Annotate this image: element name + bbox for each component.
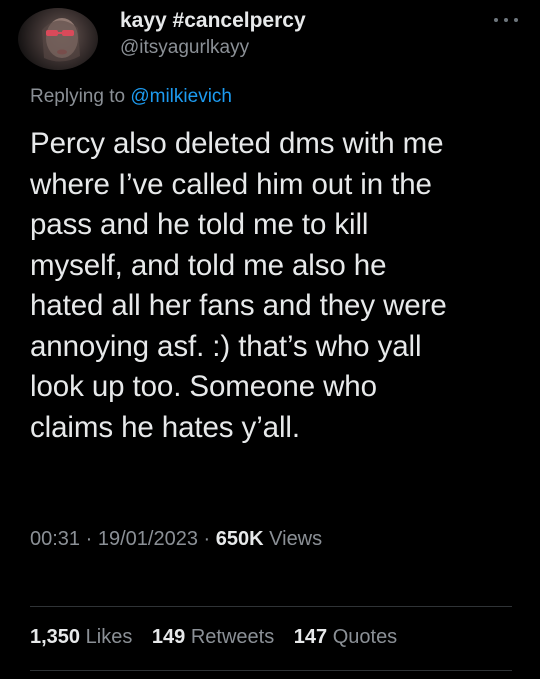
engagement-stats: 1,350 Likes 149 Retweets 147 Quotes [30, 626, 411, 649]
divider [30, 670, 512, 671]
tweet-meta: 00:31 · 19/01/2023 · 650K Views [30, 528, 322, 551]
reply-mention-link[interactable]: @milkievich [130, 86, 232, 107]
views-label[interactable]: Views [269, 528, 322, 550]
quotes-stat[interactable]: 147 Quotes [294, 626, 397, 648]
likes-stat[interactable]: 1,350 Likes [30, 626, 138, 648]
more-horizontal-icon-dot [514, 18, 518, 22]
meta-separator: · [85, 528, 93, 550]
quotes-label: Quotes [332, 626, 398, 648]
likes-label: Likes [85, 626, 133, 648]
quotes-count: 147 [293, 626, 328, 648]
tweet-header: kayy #cancelpercy @itsyagurlkayy [120, 8, 306, 60]
retweets-stat[interactable]: 149 Retweets [152, 626, 280, 648]
divider [30, 606, 512, 607]
display-name[interactable]: kayy #cancelpercy [120, 8, 306, 34]
user-handle[interactable]: @itsyagurlkayy [120, 36, 306, 60]
tweet-time[interactable]: 00:31 [30, 528, 80, 550]
more-horizontal-icon [494, 18, 498, 22]
more-horizontal-icon-dot [504, 18, 508, 22]
likes-count: 1,350 [30, 626, 81, 648]
replying-to-label: Replying to [30, 86, 126, 107]
replying-to: Replying to @milkievich [30, 86, 232, 108]
retweets-label: Retweets [190, 626, 275, 648]
avatar[interactable] [18, 8, 98, 70]
tweet-text: Percy also deleted dms with me where I’v… [30, 127, 447, 444]
more-options-button[interactable] [494, 12, 518, 28]
tweet-date[interactable]: 19/01/2023 [98, 528, 198, 550]
retweets-count: 149 [151, 626, 186, 648]
meta-separator: · [203, 528, 211, 550]
views-count[interactable]: 650K [216, 528, 264, 550]
tweet: kayy #cancelpercy @itsyagurlkayy Replyin… [0, 0, 540, 679]
